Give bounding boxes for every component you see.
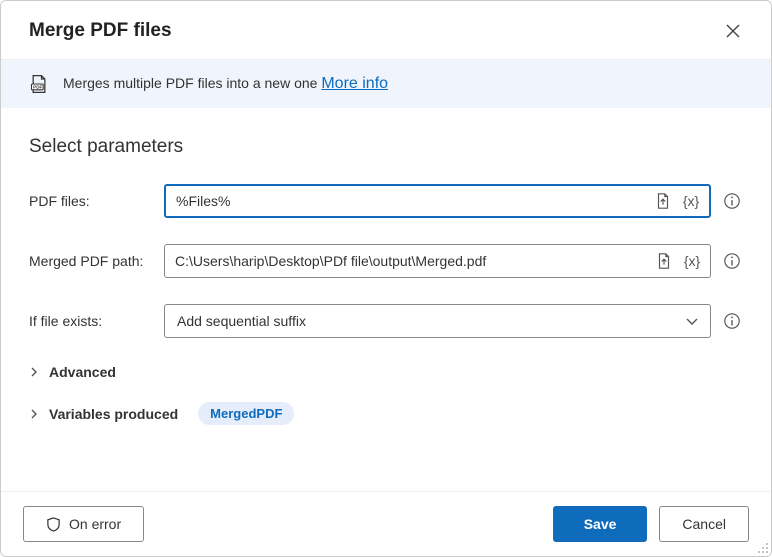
label-pdf-files: PDF files: xyxy=(29,193,164,209)
file-picker-button[interactable] xyxy=(652,249,676,273)
row-if-exists: If file exists: Add sequential suffix xyxy=(29,304,743,338)
label-merged-path: Merged PDF path: xyxy=(29,253,164,269)
save-button[interactable]: Save xyxy=(553,506,648,542)
merge-pdf-dialog: Merge PDF files PDF Merges multiple PDF … xyxy=(0,0,772,557)
input-actions-merged-path: {x} xyxy=(652,249,710,273)
svg-text:PDF: PDF xyxy=(33,85,42,90)
row-merged-path: Merged PDF path: {x} xyxy=(29,244,743,278)
advanced-expander[interactable]: Advanced xyxy=(29,364,743,380)
info-button-pdf-files[interactable] xyxy=(721,190,743,212)
if-exists-value: Add sequential suffix xyxy=(165,313,684,329)
resize-grip-icon[interactable] xyxy=(757,542,769,554)
variable-picker-button[interactable]: {x} xyxy=(680,249,704,273)
on-error-button[interactable]: On error xyxy=(23,506,144,542)
input-actions-pdf-files: {x} xyxy=(651,189,709,213)
cancel-button[interactable]: Cancel xyxy=(659,506,749,542)
pdf-file-icon: PDF xyxy=(29,74,49,94)
info-icon xyxy=(723,252,741,270)
merged-path-input[interactable] xyxy=(165,245,652,277)
chevron-right-icon xyxy=(29,367,39,377)
chevron-down-icon xyxy=(684,313,700,329)
info-banner: PDF Merges multiple PDF files into a new… xyxy=(1,60,771,108)
variable-picker-button[interactable]: {x} xyxy=(679,189,703,213)
close-button[interactable] xyxy=(719,17,747,45)
variable-icon: {x} xyxy=(684,253,700,269)
row-pdf-files: PDF files: {x} xyxy=(29,184,743,218)
input-wrap-merged-path: {x} xyxy=(164,244,711,278)
info-button-if-exists[interactable] xyxy=(721,310,743,332)
input-wrap-pdf-files: {x} xyxy=(164,184,711,218)
if-exists-select[interactable]: Add sequential suffix xyxy=(164,304,711,338)
chevron-right-icon xyxy=(29,409,39,419)
file-arrow-icon xyxy=(655,252,673,270)
banner-text-wrap: Merges multiple PDF files into a new one… xyxy=(63,75,388,93)
banner-text: Merges multiple PDF files into a new one xyxy=(63,75,321,91)
variable-chip[interactable]: MergedPDF xyxy=(198,402,294,425)
pdf-files-input[interactable] xyxy=(166,186,651,216)
section-title: Select parameters xyxy=(29,136,743,158)
dialog-header: Merge PDF files xyxy=(1,1,771,60)
info-icon xyxy=(723,312,741,330)
more-info-link[interactable]: More info xyxy=(321,75,388,92)
variable-icon: {x} xyxy=(683,193,699,209)
info-button-merged-path[interactable] xyxy=(721,250,743,272)
label-if-exists: If file exists: xyxy=(29,313,164,329)
variables-label: Variables produced xyxy=(49,406,178,422)
dialog-footer: On error Save Cancel xyxy=(1,491,771,556)
shield-icon xyxy=(46,517,61,532)
advanced-label: Advanced xyxy=(49,364,116,380)
file-arrow-icon xyxy=(654,192,672,210)
file-picker-button[interactable] xyxy=(651,189,675,213)
variables-expander[interactable]: Variables produced MergedPDF xyxy=(29,402,743,425)
info-icon xyxy=(723,192,741,210)
dialog-title: Merge PDF files xyxy=(29,20,172,42)
close-icon xyxy=(726,24,740,38)
on-error-label: On error xyxy=(69,516,121,532)
footer-right: Save Cancel xyxy=(553,506,749,542)
dialog-body: Select parameters PDF files: {x} Merge xyxy=(1,108,771,491)
